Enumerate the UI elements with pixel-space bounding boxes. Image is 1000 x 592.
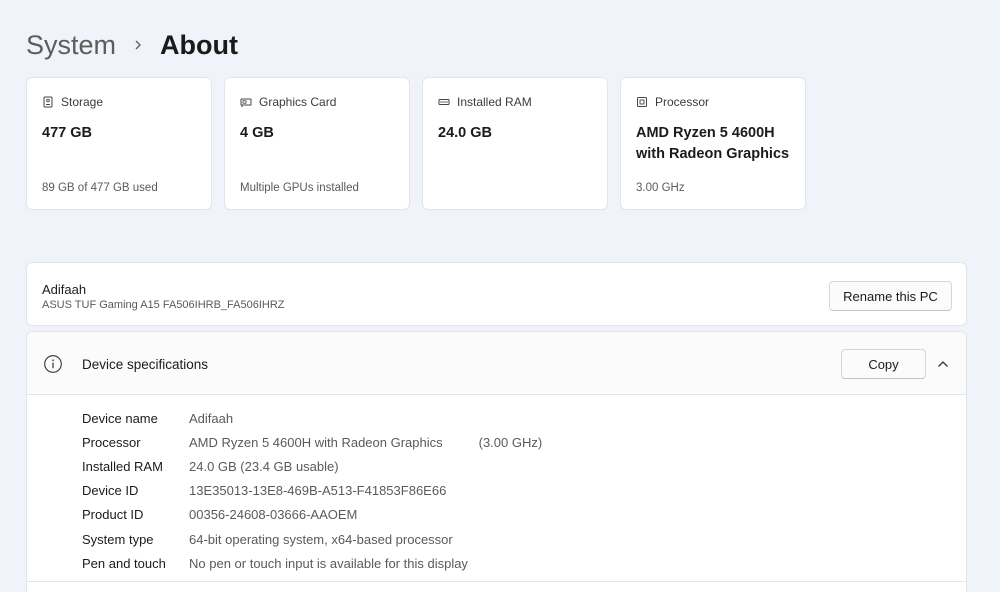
spec-value: No pen or touch input is available for t… bbox=[189, 555, 468, 571]
spec-value: 00356-24608-03666-AAOEM bbox=[189, 507, 358, 523]
card-value: 477 GB bbox=[42, 125, 92, 141]
ram-icon bbox=[438, 96, 450, 108]
spec-value: 64-bit operating system, x64-based proce… bbox=[189, 531, 453, 547]
card-label: Processor bbox=[655, 95, 710, 109]
chevron-right-icon bbox=[132, 39, 144, 51]
spec-label: Processor bbox=[82, 434, 141, 450]
spec-value: 13E35013-13E8-469B-A513-F41853F86E66 bbox=[189, 483, 447, 499]
spec-list: Device name Adifaah Processor AMD Ryzen … bbox=[82, 406, 542, 575]
spec-label: Product ID bbox=[82, 507, 144, 523]
graphics-card-card[interactable]: Graphics Card 4 GB Multiple GPUs install… bbox=[224, 77, 410, 210]
rename-pc-button[interactable]: Rename this PC bbox=[829, 281, 952, 311]
card-label: Graphics Card bbox=[259, 95, 337, 109]
spec-row: Device name Adifaah bbox=[82, 406, 542, 430]
device-specifications-panel: Device specifications Copy Device name A… bbox=[26, 331, 967, 592]
chevron-up-icon[interactable] bbox=[936, 357, 950, 371]
spec-extra: (3.00 GHz) bbox=[478, 434, 543, 450]
spec-cards: Storage 477 GB 89 GB of 477 GB used Grap… bbox=[26, 77, 806, 210]
card-label: Installed RAM bbox=[457, 95, 532, 109]
spec-label: Device name bbox=[82, 410, 158, 426]
spec-row: Product ID 00356-24608-03666-AAOEM bbox=[82, 503, 542, 527]
card-value: AMD Ryzen 5 4600H with Radeon Graphics bbox=[636, 125, 790, 162]
card-value: 4 GB bbox=[240, 125, 274, 141]
spec-row: System type 64-bit operating system, x64… bbox=[82, 527, 542, 551]
card-subtext: 89 GB of 477 GB used bbox=[42, 182, 158, 194]
spec-label: Installed RAM bbox=[82, 458, 163, 474]
processor-icon bbox=[636, 96, 648, 108]
card-label: Storage bbox=[61, 95, 104, 109]
storage-card[interactable]: Storage 477 GB 89 GB of 477 GB used bbox=[26, 77, 212, 210]
pc-model: ASUS TUF Gaming A15 FA506IHRB_FA506IHRZ bbox=[42, 299, 285, 311]
pc-name-panel: Adifaah ASUS TUF Gaming A15 FA506IHRB_FA… bbox=[26, 262, 967, 326]
spec-value: Adifaah bbox=[189, 410, 234, 426]
processor-card[interactable]: Processor AMD Ryzen 5 4600H with Radeon … bbox=[620, 77, 806, 210]
divider bbox=[27, 581, 966, 582]
spec-row: Pen and touch No pen or touch input is a… bbox=[82, 551, 542, 575]
section-title: Device specifications bbox=[82, 357, 209, 372]
card-value: 24.0 GB bbox=[438, 125, 492, 141]
card-subtext: Multiple GPUs installed bbox=[240, 182, 359, 194]
device-specifications-header[interactable]: Device specifications Copy bbox=[27, 332, 966, 395]
spec-value: 24.0 GB (23.4 GB usable) bbox=[189, 458, 339, 474]
pc-name: Adifaah bbox=[42, 282, 87, 297]
spec-value: AMD Ryzen 5 4600H with Radeon Graphics bbox=[189, 434, 443, 450]
settings-about-page: System About Storage 477 GB 89 GB of 477… bbox=[0, 0, 1000, 592]
page-title: About bbox=[160, 29, 238, 60]
storage-icon bbox=[42, 96, 54, 108]
copy-button[interactable]: Copy bbox=[841, 349, 926, 379]
spec-label: Pen and touch bbox=[82, 555, 166, 571]
spec-row: Device ID 13E35013-13E8-469B-A513-F41853… bbox=[82, 479, 542, 503]
installed-ram-card[interactable]: Installed RAM 24.0 GB bbox=[422, 77, 608, 210]
spec-label: System type bbox=[82, 531, 154, 547]
graphics-card-icon bbox=[240, 96, 252, 108]
spec-row: Processor AMD Ryzen 5 4600H with Radeon … bbox=[82, 430, 542, 454]
spec-label: Device ID bbox=[82, 483, 139, 499]
breadcrumb-system[interactable]: System bbox=[26, 30, 116, 61]
info-icon bbox=[43, 354, 63, 374]
breadcrumb: System About bbox=[26, 26, 238, 64]
spec-row: Installed RAM 24.0 GB (23.4 GB usable) bbox=[82, 454, 542, 478]
card-subtext: 3.00 GHz bbox=[636, 182, 685, 194]
